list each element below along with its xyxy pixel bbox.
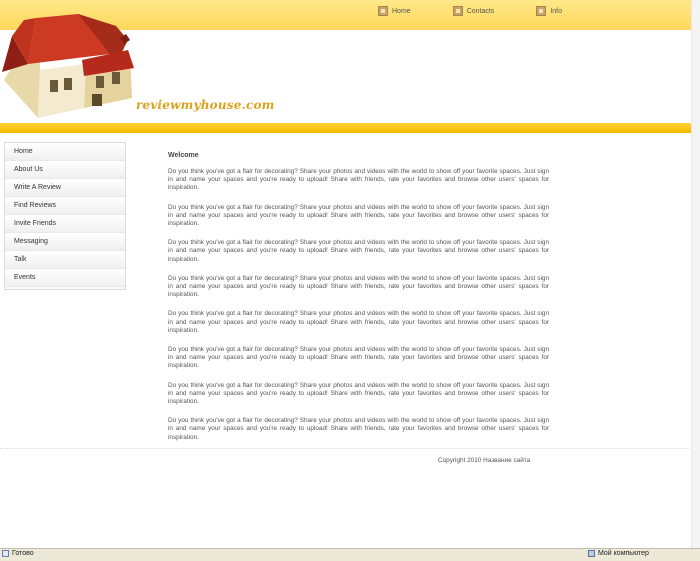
topnav-home[interactable]: Home (378, 6, 411, 16)
topnav-info-label: Info (550, 7, 562, 15)
site-header: reviewmyhouse.com (0, 10, 300, 122)
content-paragraph: Do you think you've got a flair for deco… (168, 203, 549, 228)
content-paragraph: Do you think you've got a flair for deco… (168, 417, 549, 441)
content-paragraph: Do you think you've got a flair for deco… (168, 239, 549, 263)
status-text: Готово (12, 550, 34, 557)
page-title: Welcome (168, 152, 199, 159)
computer-icon (588, 550, 595, 557)
page-scrollbar[interactable] (691, 0, 700, 548)
footer-copyright: Copyright 2010 Название сайта (438, 457, 531, 464)
content-paragraph: Do you think you've got a flair for deco… (168, 274, 549, 299)
sidebar-item-talk[interactable]: Talk (5, 251, 125, 269)
sidebar-item-home[interactable]: Home (5, 143, 125, 161)
sidebar-item-find-reviews[interactable]: Find Reviews (5, 197, 125, 215)
status-right: Мой компьютер (588, 550, 649, 557)
content-paragraph: Do you think you've got a flair for deco… (168, 168, 549, 192)
topnav-home-label: Home (392, 7, 411, 15)
info-icon (536, 6, 547, 16)
contacts-icon (452, 6, 463, 16)
sidebar-menu: Home About Us Write A Review Find Review… (4, 142, 126, 290)
house-logo-icon (2, 14, 134, 118)
content-paragraph: Do you think you've got a flair for deco… (168, 310, 549, 334)
sidebar-item-write-a-review[interactable]: Write A Review (5, 179, 125, 197)
header-strip (0, 123, 692, 133)
sidebar-item-messaging[interactable]: Messaging (5, 233, 125, 251)
topnav-contacts-label: Contacts (466, 7, 495, 15)
topnav-info[interactable]: Info (536, 6, 562, 16)
main-content: Welcome Do you think you've got a flair … (168, 152, 549, 453)
logo-text[interactable]: reviewmyhouse.com (136, 98, 275, 112)
sidebar-item-about-us[interactable]: About Us (5, 161, 125, 179)
content-paragraph: Do you think you've got a flair for deco… (168, 381, 549, 406)
home-icon (378, 6, 388, 16)
sidebar-item-invite-friends[interactable]: Invite Friends (5, 215, 125, 233)
zone-text: Мой компьютер (598, 550, 649, 557)
browser-status-bar: Готово Мой компьютер (0, 548, 700, 561)
page-icon (2, 550, 9, 557)
sidebar-item-events[interactable]: Events (5, 269, 125, 287)
topnav-contacts[interactable]: Contacts (452, 6, 495, 16)
top-nav: Home Contacts Info (378, 6, 604, 16)
content-paragraph: Do you think you've got a flair for deco… (168, 346, 549, 370)
footer-divider (0, 448, 692, 449)
status-left: Готово (2, 550, 34, 557)
